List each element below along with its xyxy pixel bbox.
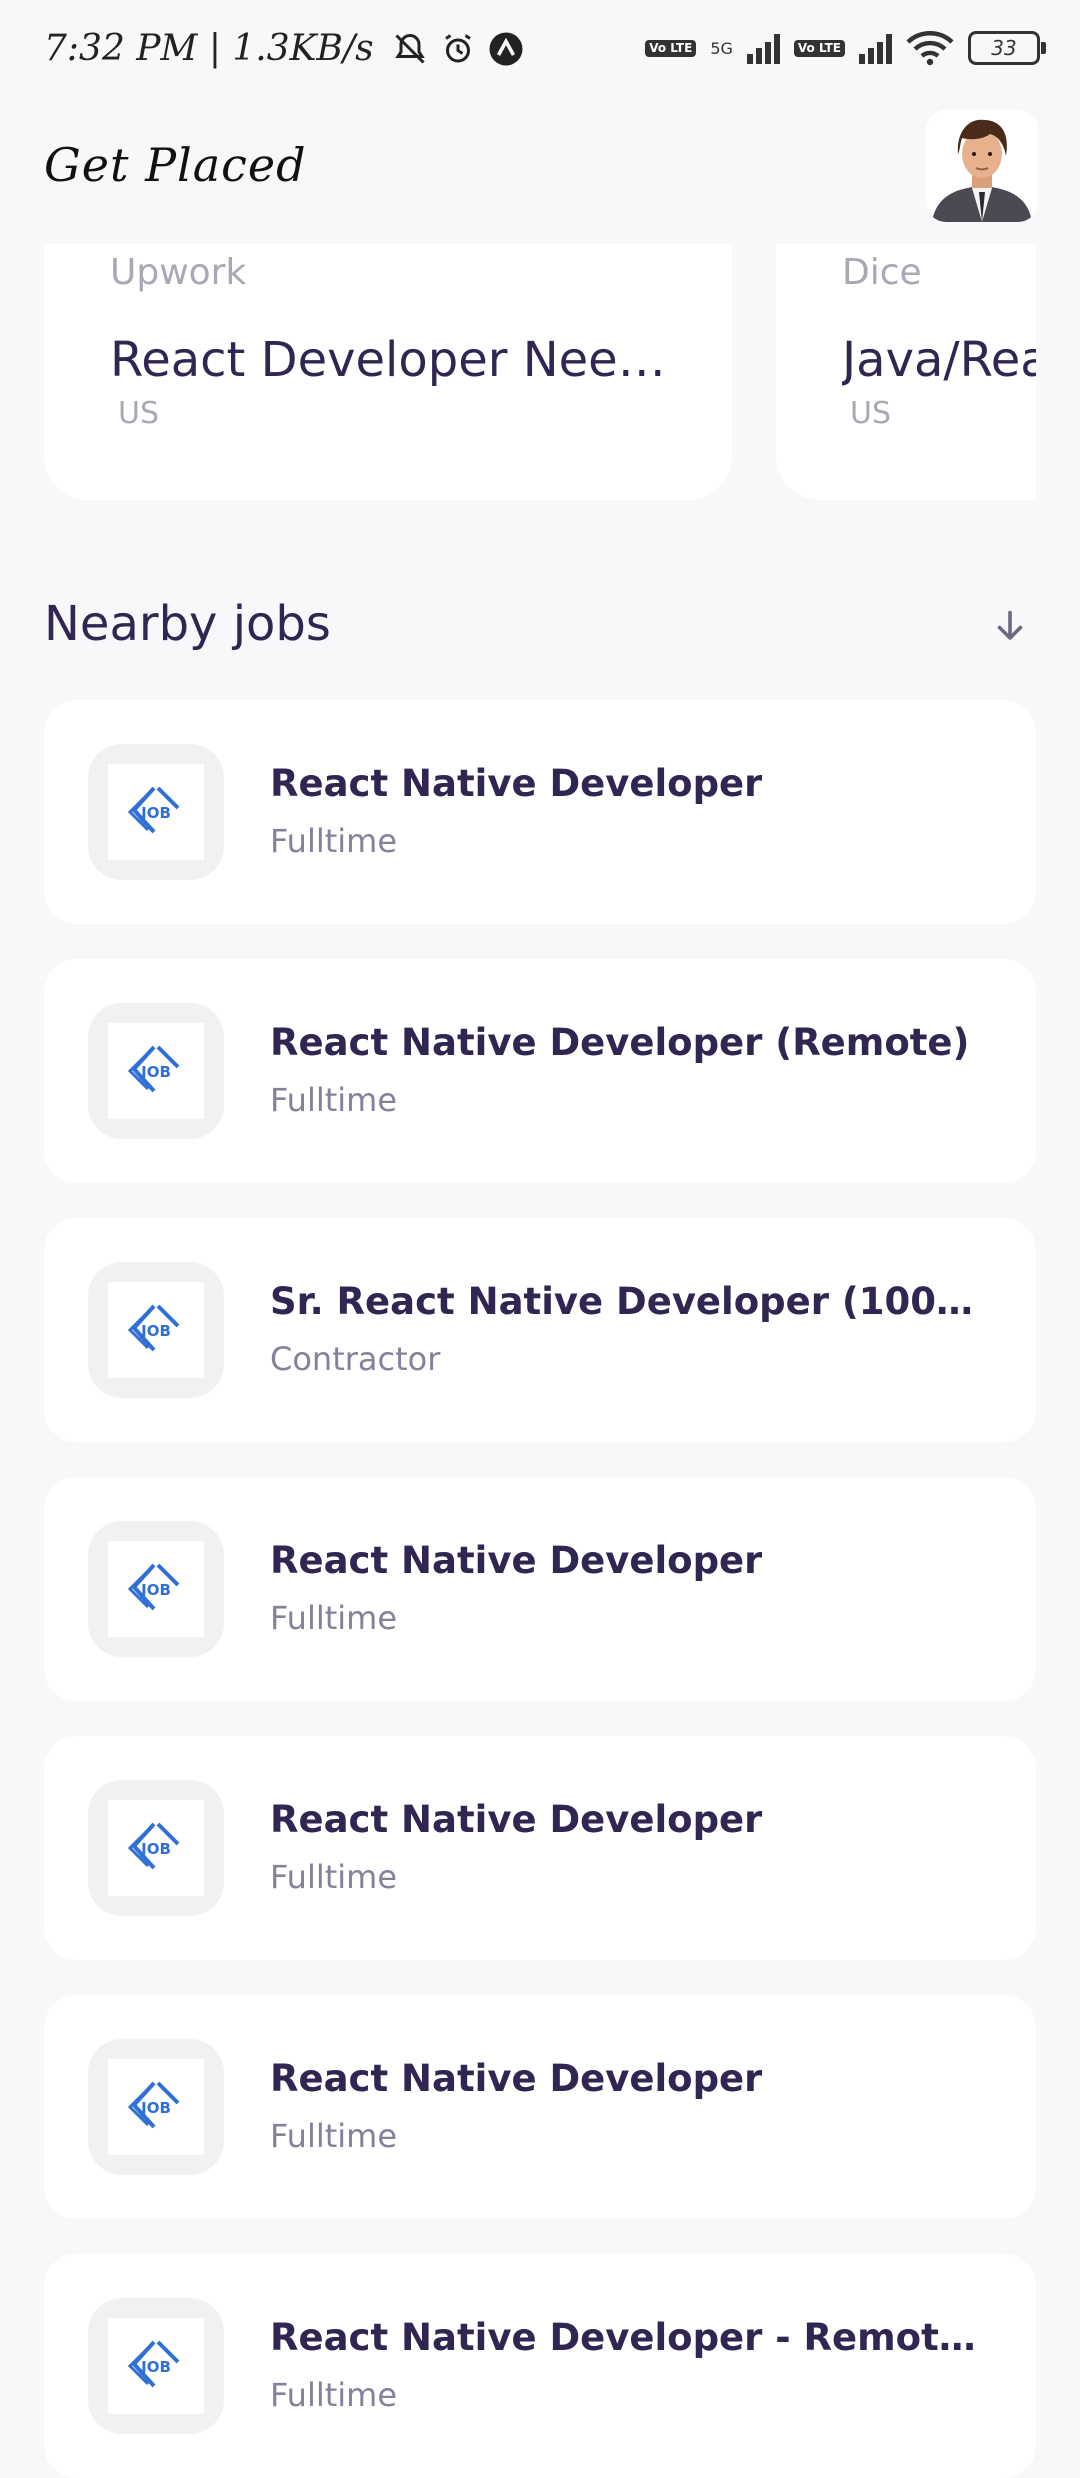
job-card[interactable]: JOB React Native Developer Fulltime bbox=[44, 1736, 1036, 1960]
job-type: Fulltime bbox=[270, 822, 398, 860]
company-logo-container: JOB bbox=[88, 1521, 224, 1657]
popular-job-card[interactable]: Dice Java/React US bbox=[776, 244, 1080, 500]
job-card[interactable]: JOB React Native Developer Fulltime bbox=[44, 700, 1036, 924]
job-title: React Native Developer - Remote, H... bbox=[270, 2316, 990, 2359]
time-and-speed: 7:32 PM | 1.3KB/s bbox=[44, 28, 374, 69]
job-type: Fulltime bbox=[270, 2117, 398, 2155]
job-logo-icon: JOB bbox=[108, 1282, 204, 1378]
svg-text:JOB: JOB bbox=[140, 804, 171, 822]
job-location: US bbox=[118, 396, 160, 431]
company-logo-container: JOB bbox=[88, 744, 224, 880]
svg-text:JOB: JOB bbox=[140, 1322, 171, 1340]
job-card[interactable]: JOB React Native Developer - Remote, H...… bbox=[44, 2254, 1036, 2478]
svg-text:JOB: JOB bbox=[140, 1063, 171, 1081]
company-logo: JOB bbox=[108, 1800, 204, 1896]
job-logo-icon: JOB bbox=[108, 764, 204, 860]
company-logo-container: JOB bbox=[88, 1003, 224, 1139]
company-name: Upwork bbox=[110, 252, 247, 293]
avatar-illustration-icon bbox=[926, 110, 1038, 222]
app-notification-icon bbox=[489, 32, 523, 65]
company-logo-container: JOB bbox=[88, 2039, 224, 2175]
job-card[interactable]: JOB React Native Developer Fulltime bbox=[44, 1995, 1036, 2219]
svg-text:JOB: JOB bbox=[140, 2358, 171, 2376]
svg-text:JOB: JOB bbox=[140, 1840, 171, 1858]
job-title: React Native Developer bbox=[270, 762, 763, 805]
bell-muted-icon bbox=[394, 33, 425, 64]
job-type: Fulltime bbox=[270, 1081, 398, 1119]
job-type: Fulltime bbox=[270, 2376, 398, 2414]
job-type: Fulltime bbox=[270, 1858, 398, 1896]
status-right: Vo LTE 5G Vo LTE 33 bbox=[645, 30, 1046, 66]
signal-icon bbox=[746, 32, 780, 64]
job-title: React Native Developer (Remote) bbox=[270, 1021, 970, 1064]
job-title: React Developer Neede... bbox=[110, 332, 670, 388]
company-logo: JOB bbox=[108, 1541, 204, 1637]
job-title: React Native Developer bbox=[270, 1798, 763, 1841]
job-location: US bbox=[850, 396, 892, 431]
app-brand: Get Placed bbox=[44, 138, 307, 192]
status-bar: 7:32 PM | 1.3KB/s Vo LTE 5G Vo LTE 33 bbox=[0, 0, 1080, 100]
carousel-edge-mask bbox=[1036, 244, 1080, 500]
job-card[interactable]: JOB React Native Developer Fulltime bbox=[44, 1477, 1036, 1701]
svg-text:JOB: JOB bbox=[140, 1581, 171, 1599]
popular-jobs-carousel[interactable]: Upwork React Developer Neede... US Dice … bbox=[0, 244, 1080, 500]
profile-avatar[interactable] bbox=[926, 110, 1038, 222]
job-type: Fulltime bbox=[270, 1599, 398, 1637]
company-logo: JOB bbox=[108, 2059, 204, 2155]
company-logo-container: JOB bbox=[88, 1262, 224, 1398]
network-label: 5G bbox=[710, 38, 733, 58]
company-logo-container: JOB bbox=[88, 1780, 224, 1916]
company-name: Dice bbox=[842, 252, 922, 293]
section-title-nearby: Nearby jobs bbox=[44, 596, 331, 652]
signal-icon-2 bbox=[859, 32, 892, 64]
volte-badge-2: Vo LTE bbox=[793, 39, 845, 57]
company-logo: JOB bbox=[108, 764, 204, 860]
company-logo-container: JOB bbox=[88, 2298, 224, 2434]
status-left: 7:32 PM | 1.3KB/s bbox=[44, 28, 524, 69]
sort-arrow-down-icon[interactable] bbox=[992, 606, 1028, 646]
company-logo: JOB bbox=[108, 1282, 204, 1378]
job-title: React Native Developer bbox=[270, 2057, 763, 2100]
wifi-icon bbox=[906, 31, 954, 66]
company-logo: JOB bbox=[108, 1023, 204, 1119]
alarm-icon bbox=[444, 33, 471, 62]
job-title: React Native Developer bbox=[270, 1539, 763, 1582]
job-logo-icon: JOB bbox=[108, 1800, 204, 1896]
job-logo-icon: JOB bbox=[108, 2059, 204, 2155]
job-card[interactable]: JOB Sr. React Native Developer (100% R...… bbox=[44, 1218, 1036, 1442]
job-title: Sr. React Native Developer (100% R... bbox=[270, 1280, 990, 1323]
battery-icon: 33 bbox=[968, 31, 1046, 65]
volte-badge: Vo LTE bbox=[645, 39, 697, 57]
job-card[interactable]: JOB React Native Developer (Remote) Fullti… bbox=[44, 959, 1036, 1183]
job-type: Contractor bbox=[270, 1340, 441, 1378]
job-logo-icon: JOB bbox=[108, 1541, 204, 1637]
popular-job-card[interactable]: Upwork React Developer Neede... US bbox=[44, 244, 732, 500]
job-logo-icon: JOB bbox=[108, 1023, 204, 1119]
svg-text:JOB: JOB bbox=[140, 2099, 171, 2117]
